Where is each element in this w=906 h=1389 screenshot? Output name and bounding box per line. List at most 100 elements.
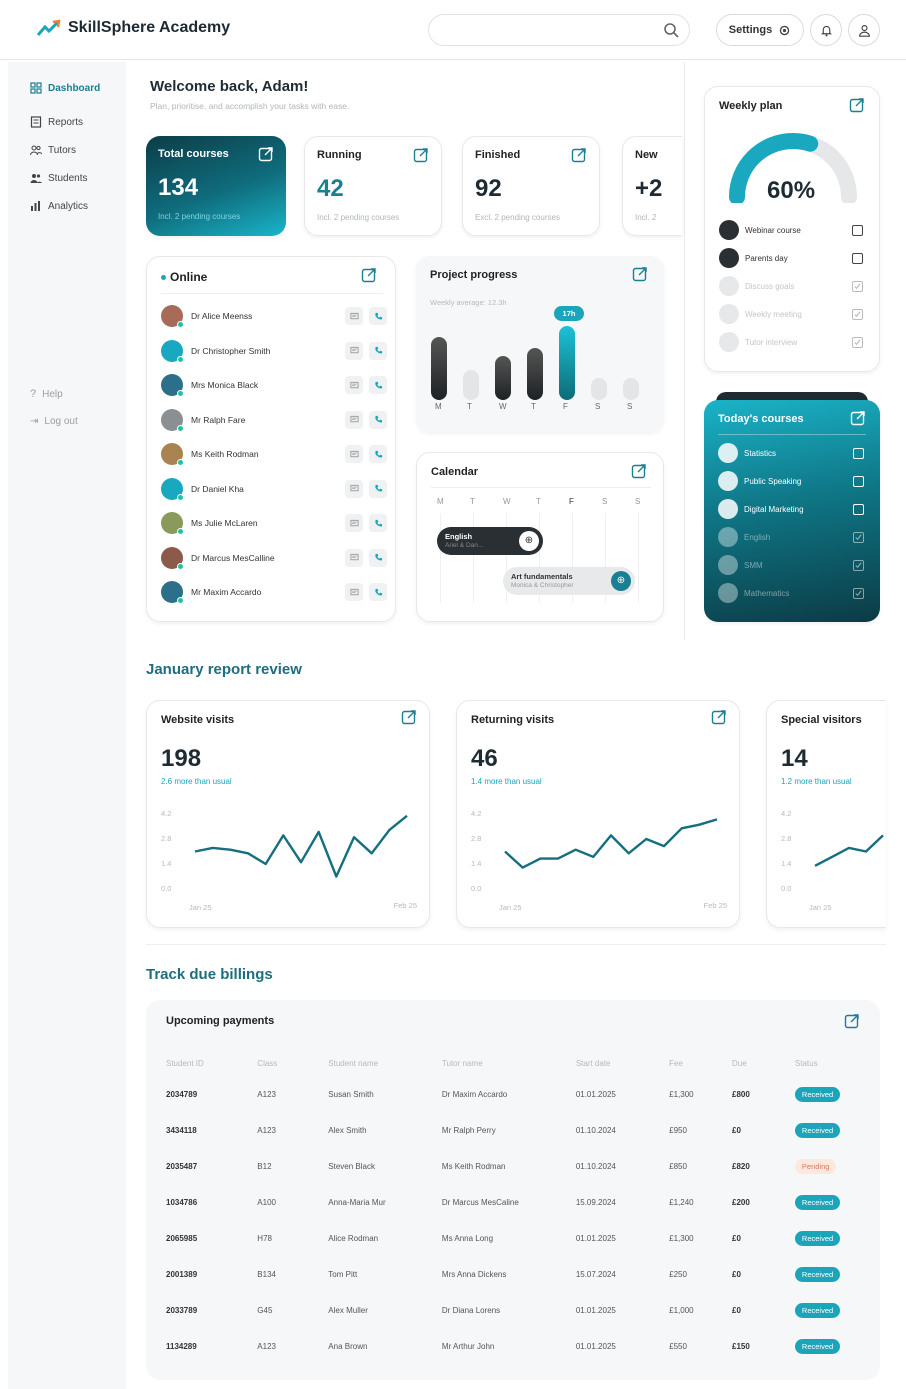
external-link-icon[interactable]	[571, 147, 587, 163]
stat-card-running[interactable]: Running 42 Incl. 2 pending courses	[304, 136, 442, 236]
checkbox[interactable]	[852, 309, 863, 320]
logout-link[interactable]: ⇥ Log out	[30, 416, 78, 427]
online-dot-icon	[161, 274, 166, 280]
checkbox[interactable]	[853, 532, 864, 543]
calendar-event-english[interactable]: English Ariel & Dan... ⊕	[437, 527, 543, 555]
phone-icon[interactable]	[369, 548, 387, 567]
message-icon[interactable]	[345, 307, 363, 325]
external-link-icon[interactable]	[413, 147, 429, 163]
stat-card-new[interactable]: New +2 Incl. 2	[622, 136, 682, 236]
message-icon[interactable]	[345, 514, 363, 532]
table-cell: Alex Muller	[328, 1305, 368, 1315]
table-row[interactable]: 2034789 A123 Susan Smith Dr Maxim Accardo 01…	[166, 1076, 866, 1112]
checkbox[interactable]	[853, 560, 864, 571]
profile-button[interactable]	[848, 14, 880, 46]
message-icon[interactable]	[345, 445, 363, 463]
message-icon[interactable]	[345, 583, 363, 601]
search-input[interactable]	[428, 14, 690, 46]
table-row[interactable]: 2035487 B12 Steven Black Ms Keith Rodman 01.…	[166, 1148, 866, 1184]
column-header[interactable]: Fee	[669, 1050, 732, 1076]
external-link-icon[interactable]	[631, 463, 647, 479]
checkbox[interactable]	[852, 337, 863, 348]
phone-icon[interactable]	[369, 341, 387, 360]
course-item[interactable]: Mathematics	[718, 582, 858, 604]
report-card[interactable]: Special visitors 14 1.2 more than usual 4.2…	[766, 700, 886, 928]
column-header[interactable]: Due	[732, 1050, 795, 1076]
message-icon[interactable]	[345, 341, 363, 360]
plan-item[interactable]: Discuss goals	[719, 275, 859, 297]
checkbox[interactable]	[852, 253, 863, 264]
table-row[interactable]: 2065985 H78 Alice Rodman Ms Anna Long 01.01.…	[166, 1220, 866, 1256]
app-logo[interactable]: SkillSphere Academy	[36, 19, 230, 37]
phone-icon[interactable]	[369, 376, 387, 394]
stat-card-finished[interactable]: Finished 92 Excl. 2 pending courses	[462, 136, 600, 236]
external-link-icon[interactable]	[361, 267, 377, 283]
external-link-icon[interactable]	[632, 266, 648, 282]
list-item[interactable]: Dr Christopher Smith	[161, 338, 387, 364]
table-row[interactable]: 2001389 B134 Tom Pitt Mrs Anna Dickens 15.07…	[166, 1256, 866, 1292]
table-row[interactable]: 1034786 A100 Anna-Maria Mur Dr Marcus MesCa…	[166, 1184, 866, 1220]
plan-item[interactable]: Parents day	[719, 247, 859, 269]
external-link-icon[interactable]	[711, 709, 727, 725]
checkbox[interactable]	[853, 476, 864, 487]
external-link-icon[interactable]	[850, 410, 866, 426]
list-item[interactable]: Dr Daniel Kha	[161, 476, 387, 502]
external-link-icon[interactable]	[849, 97, 865, 113]
plan-item[interactable]: Weekly meeting	[719, 303, 859, 325]
phone-icon[interactable]	[369, 514, 387, 532]
plan-item[interactable]: Webinar course	[719, 219, 859, 241]
settings-button[interactable]: Settings	[716, 14, 804, 46]
table-row[interactable]: 2033789 G45 Alex Muller Dr Diana Lorens 01.0…	[166, 1292, 866, 1328]
list-item[interactable]: Dr Marcus MesCalline	[161, 545, 387, 571]
checkbox[interactable]	[853, 448, 864, 459]
report-card[interactable]: Returning visits 46 1.4 more than usual 4.2…	[456, 700, 740, 928]
table-row[interactable]: 3434118 A123 Alex Smith Mr Ralph Perry 01.10…	[166, 1112, 866, 1148]
column-header[interactable]: Student name	[328, 1050, 442, 1076]
list-item[interactable]: Ms Keith Rodman	[161, 441, 387, 467]
sidebar-item-reports[interactable]: Reports	[30, 116, 83, 128]
stat-card-total-courses[interactable]: Total courses 134 Incl. 2 pending course…	[146, 136, 286, 236]
list-item[interactable]: Mrs Monica Black	[161, 372, 387, 398]
column-header[interactable]: Start date	[576, 1050, 669, 1076]
stat-sub: Excl. 2 pending courses	[475, 213, 560, 222]
sidebar-item-students[interactable]: Students	[30, 172, 87, 184]
list-item[interactable]: Mr Maxim Accardo	[161, 579, 387, 605]
course-item[interactable]: SMM	[718, 554, 858, 576]
list-item[interactable]: Mr Ralph Fare	[161, 407, 387, 433]
help-link[interactable]: ? Help	[30, 388, 63, 400]
checkbox[interactable]	[852, 281, 863, 292]
message-icon[interactable]	[345, 548, 363, 567]
checkbox[interactable]	[852, 225, 863, 236]
message-icon[interactable]	[345, 479, 363, 498]
list-item[interactable]: Dr Alice Meenss	[161, 303, 387, 329]
external-link-icon[interactable]	[258, 146, 274, 162]
report-card[interactable]: Website visits 198 2.6 more than usual 4.2 2…	[146, 700, 430, 928]
external-link-icon[interactable]	[844, 1013, 860, 1029]
message-icon[interactable]	[345, 410, 363, 429]
course-item[interactable]: Digital Marketing	[718, 498, 858, 520]
list-item[interactable]: Ms Julie McLaren	[161, 510, 387, 536]
plan-item[interactable]: Tutor interview	[719, 331, 859, 353]
course-item[interactable]: Public Speaking	[718, 470, 858, 492]
phone-icon[interactable]	[369, 410, 387, 429]
calendar-event-art[interactable]: Art fundamentals Monica & Christopher ⊕	[503, 567, 635, 595]
phone-icon[interactable]	[369, 307, 387, 325]
phone-icon[interactable]	[369, 479, 387, 498]
phone-icon[interactable]	[369, 583, 387, 601]
sidebar-item-dashboard[interactable]: Dashboard	[30, 82, 100, 94]
sidebar-item-analytics[interactable]: Analytics	[30, 200, 88, 212]
checkbox[interactable]	[853, 504, 864, 515]
column-header[interactable]: Class	[257, 1050, 328, 1076]
course-item[interactable]: Statistics	[718, 442, 858, 464]
column-header[interactable]: Tutor name	[442, 1050, 576, 1076]
external-link-icon[interactable]	[401, 709, 417, 725]
column-header[interactable]: Student ID	[166, 1050, 257, 1076]
course-item[interactable]: English	[718, 526, 858, 548]
sidebar-item-tutors[interactable]: Tutors	[30, 144, 76, 156]
phone-icon[interactable]	[369, 445, 387, 463]
checkbox[interactable]	[853, 588, 864, 599]
message-icon[interactable]	[345, 376, 363, 394]
notifications-button[interactable]	[810, 14, 842, 46]
column-header[interactable]: Status	[795, 1050, 866, 1076]
table-row[interactable]: 1134289 A123 Ana Brown Mr Arthur John 01.01.…	[166, 1328, 866, 1364]
